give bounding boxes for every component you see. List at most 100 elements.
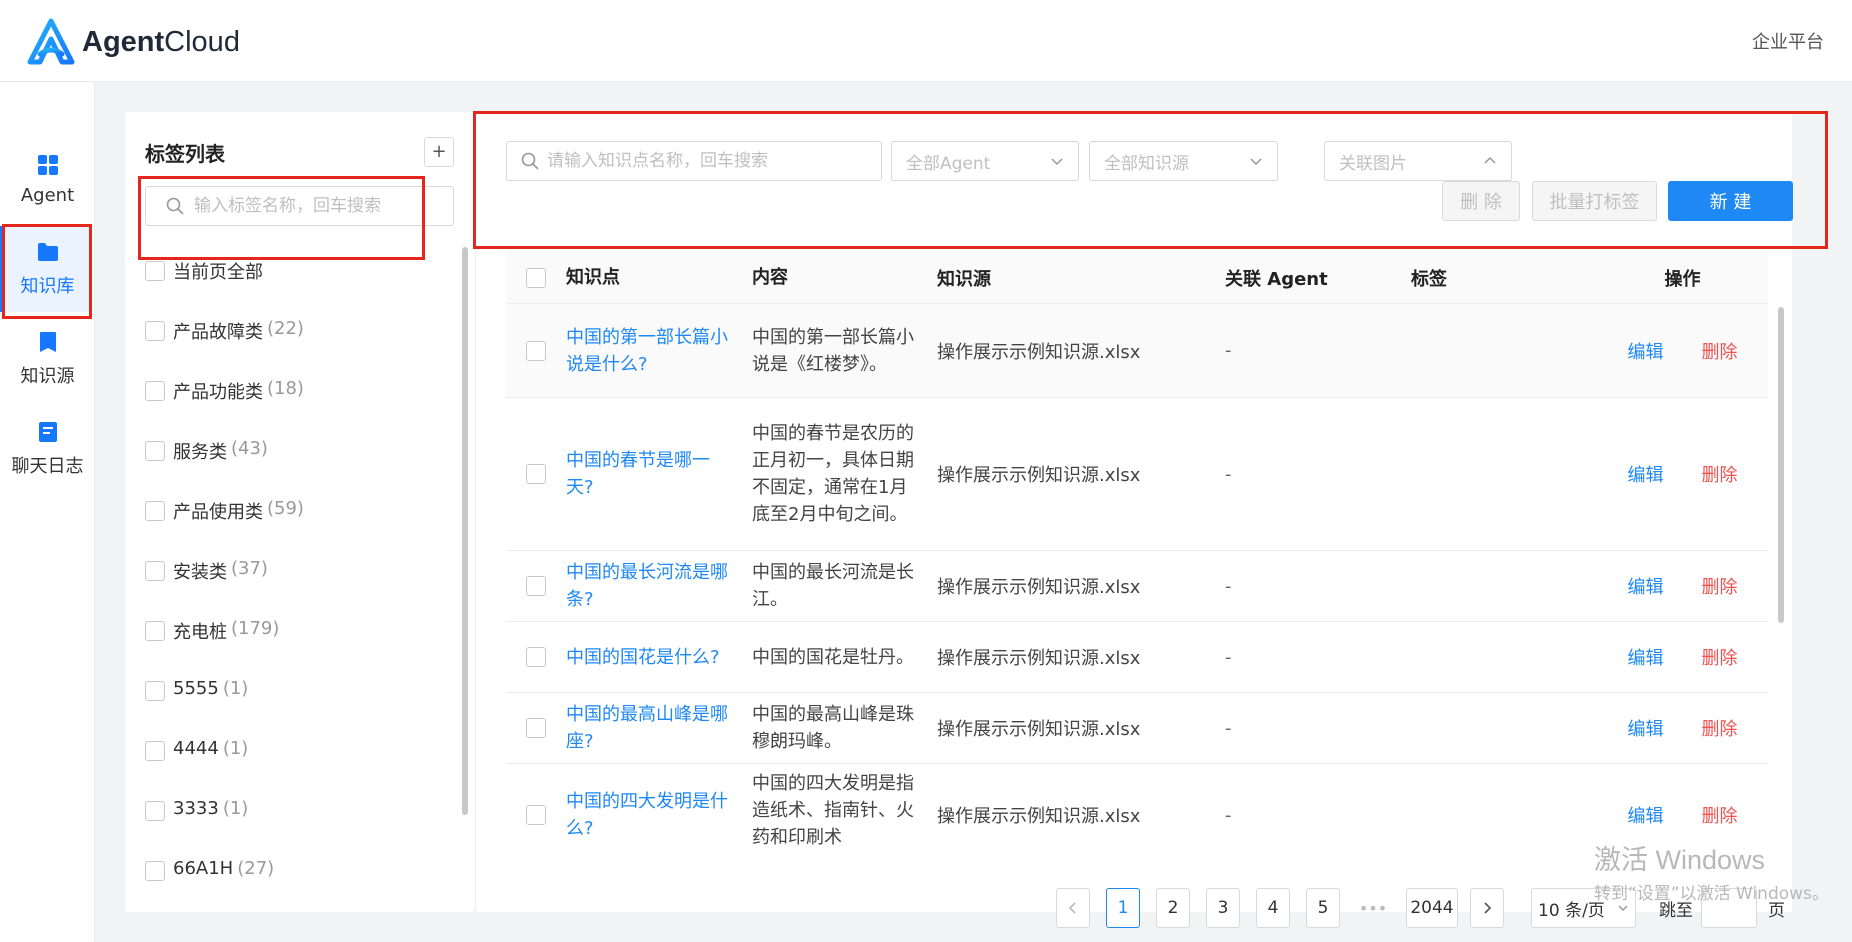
delete-link[interactable]: 删除 [1702,715,1738,741]
col-header-name: 知识点 [566,267,620,288]
tag-checkbox[interactable] [145,441,165,461]
knowledge-agent: - [1225,646,1232,668]
knowledge-search-input[interactable] [547,151,847,171]
prev-page-button[interactable] [1056,888,1090,928]
table-scrollbar[interactable] [1778,307,1784,623]
nav-item-agent[interactable]: Agent [4,136,91,222]
tag-checkbox[interactable] [145,381,165,401]
delete-link[interactable]: 删除 [1702,644,1738,670]
tag-item[interactable]: 3333 (1) [145,798,445,858]
tag-checkbox[interactable] [145,261,165,281]
tag-list-scrollbar[interactable] [462,247,468,815]
tag-item[interactable]: 产品功能类 (18) [145,378,445,438]
chevron-up-icon [1484,156,1496,164]
tag-label: 3333 [173,798,219,819]
create-button[interactable]: 新 建 [1668,181,1793,221]
brand-name-bold: Agent [82,25,165,58]
knowledge-name-link[interactable]: 中国的春节是哪一天? [566,447,752,501]
row-checkbox[interactable] [526,576,546,596]
tag-checkbox[interactable] [145,741,165,761]
row-checkbox[interactable] [526,464,546,484]
edit-link[interactable]: 编辑 [1628,644,1664,670]
tag-checkbox[interactable] [145,861,165,881]
tag-list: 当前页全部 产品故障类 (22) 产品功能类 (18) 服务类 (43) 产品使用类(… [145,258,445,918]
delete-link[interactable]: 删除 [1702,573,1738,599]
nav-label: 聊天日志 [11,456,84,477]
knowledge-source: 操作展示示例知识源.xlsx [937,341,1141,363]
row-checkbox[interactable] [526,647,546,667]
tag-item[interactable]: 5555 (1) [145,678,445,738]
knowledge-agent: - [1225,463,1232,485]
page-button-4[interactable]: 4 [1256,888,1290,928]
select-all-checkbox[interactable] [526,267,546,288]
batch-tag-button[interactable]: 批量打标签 [1532,181,1657,221]
delete-button[interactable]: 删 除 [1442,181,1520,221]
tag-count: (18) [267,378,304,399]
row-checkbox[interactable] [526,340,546,361]
edit-link[interactable]: 编辑 [1628,338,1664,364]
watermark-subtitle: 转到“设置”以激活 Windows。 [1594,884,1829,904]
knowledge-source: 操作展示示例知识源.xlsx [937,719,1141,740]
tag-item[interactable]: 产品使用类 (59) [145,498,445,558]
nav-item-knowledge-source[interactable]: 知识源 [4,316,91,402]
nav-label: Agent [20,184,75,206]
row-checkbox[interactable] [526,718,546,738]
knowledge-name-link[interactable]: 中国的第一部长篇小说是什么? [566,324,752,378]
knowledge-name-link[interactable]: 中国的国花是什么? [566,644,752,671]
page-button-1[interactable]: 1 [1106,888,1140,928]
tag-checkbox[interactable] [145,501,165,521]
tag-item[interactable]: 充电桩 (179) [145,618,445,678]
source-select[interactable]: 全部知识源 [1089,141,1278,181]
chevron-down-icon [1250,158,1262,166]
nav-item-knowledge-base[interactable]: 知识库 [0,226,91,312]
knowledge-search-field [506,141,882,181]
search-icon [166,197,184,215]
tag-checkbox[interactable] [145,321,165,341]
enterprise-platform-link[interactable]: 企业平台 [1752,28,1824,54]
chevron-right-icon [1484,902,1492,914]
tag-checkbox[interactable] [145,561,165,581]
tag-search-input[interactable] [194,196,434,216]
watermark-title: 激活 Windows [1594,845,1766,875]
tag-item[interactable]: 4444 (1) [145,738,445,798]
knowledge-agent: - [1225,804,1232,826]
tag-checkbox[interactable] [145,681,165,701]
delete-link[interactable]: 删除 [1702,461,1738,487]
tag-search-field [145,186,454,226]
add-tag-button[interactable]: + [424,137,454,167]
image-select[interactable]: 关联图片 [1324,141,1512,181]
tag-item[interactable]: 66A1H (27) [145,858,445,918]
nav-item-chat-log[interactable]: 聊天日志 [4,406,91,492]
edit-link[interactable]: 编辑 [1628,802,1664,828]
delete-link[interactable]: 删除 [1702,802,1738,828]
page-button-5[interactable]: 5 [1306,888,1340,928]
tag-item[interactable]: 安装类 (37) [145,558,445,618]
tag-count: (179) [231,618,280,639]
page-button-2[interactable]: 2 [1156,888,1190,928]
page-button-3[interactable]: 3 [1206,888,1240,928]
page-button-last[interactable]: 2044 [1406,888,1458,928]
edit-link[interactable]: 编辑 [1628,461,1664,487]
knowledge-name-link[interactable]: 中国的四大发明是什么? [566,788,752,842]
windows-activation-watermark: 激活 Windows 转到“设置”以激活 Windows。 [1594,838,1829,904]
page-ellipsis[interactable]: ••• [1356,888,1390,928]
tag-item-select-all[interactable]: 当前页全部 [145,258,445,318]
tag-item[interactable]: 服务类 (43) [145,438,445,498]
knowledge-agent: - [1225,717,1232,739]
knowledge-name-link[interactable]: 中国的最长河流是哪条? [566,559,752,613]
tag-panel: 标签列表 + 当前页全部 产品故障类(22) 产品功能类(18) 服务类(43)… [125,112,475,912]
knowledge-source: 操作展示示例知识源.xlsx [937,806,1141,827]
tag-item[interactable]: 产品故障类 (22) [145,318,445,378]
tag-checkbox[interactable] [145,621,165,641]
tag-checkbox[interactable] [145,801,165,821]
delete-link[interactable]: 删除 [1702,338,1738,364]
agent-select[interactable]: 全部Agent [891,141,1079,181]
next-page-button[interactable] [1470,888,1504,928]
col-header-tags: 标签 [1411,268,1447,290]
edit-link[interactable]: 编辑 [1628,715,1664,741]
brand-name-light: Cloud [164,25,240,58]
edit-link[interactable]: 编辑 [1628,573,1664,599]
row-checkbox[interactable] [526,805,546,825]
knowledge-name-link[interactable]: 中国的最高山峰是哪座? [566,701,752,755]
app-logo[interactable]: AgentCloud [26,18,240,66]
